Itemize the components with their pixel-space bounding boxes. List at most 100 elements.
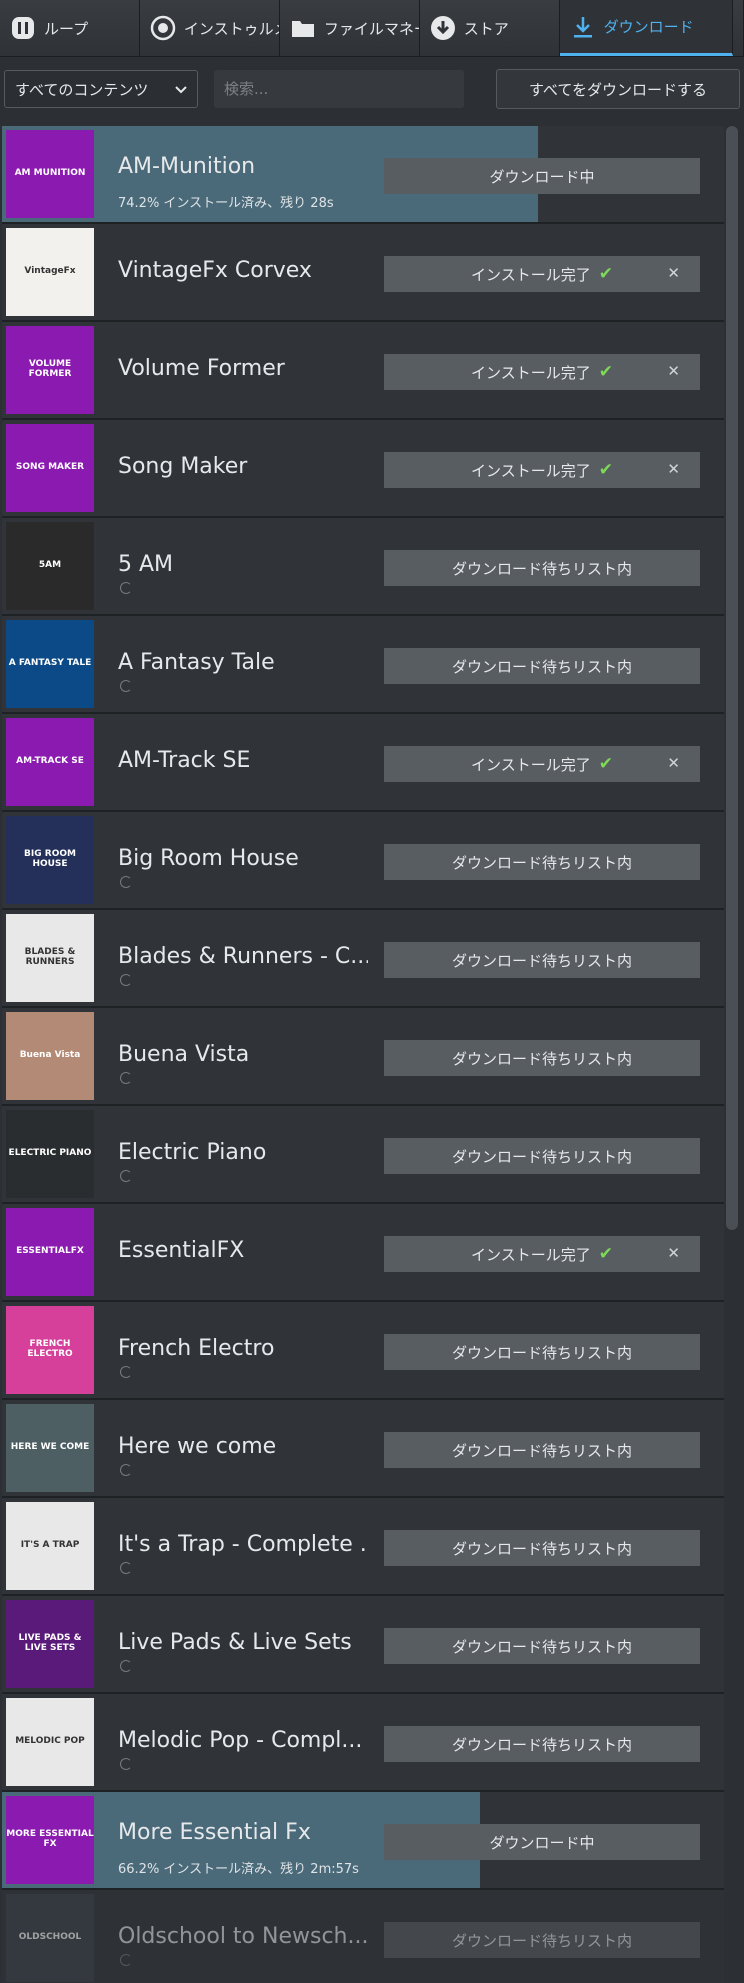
list-item[interactable]: VintageFx VintageFx Corvex インストール完了 ✔ ✕ — [2, 224, 724, 322]
status-label: ダウンロード待ちリスト内 — [451, 559, 632, 578]
list-item[interactable]: FRENCH ELECTRO French Electro ダウンロード待ちリスト内 — [2, 1302, 724, 1400]
status-button[interactable]: ダウンロード待ちリスト内 — [384, 1040, 700, 1076]
thumbnail-label: VOLUME FORMER — [28, 359, 72, 379]
product-thumbnail: A FANTASY TALE — [6, 620, 94, 708]
thumbnail-label: ESSENTIALFX — [16, 1246, 84, 1257]
pending-spinner-icon — [120, 1464, 132, 1476]
status-button[interactable]: ダウンロード待ちリスト内 — [384, 550, 700, 586]
item-name: French Electro — [118, 1336, 275, 1361]
thumbnail-label: VintageFx — [24, 266, 76, 277]
loop-icon — [10, 15, 36, 41]
list-item[interactable]: OLDSCHOOL Oldschool to Newsch... ダウンロード待ちリ… — [2, 1890, 724, 1983]
pending-spinner-icon — [120, 1562, 132, 1574]
product-thumbnail: AM MUNITION — [6, 130, 94, 218]
content-filter-select[interactable]: すべてのコンテンツ — [4, 70, 198, 108]
pending-spinner-icon — [120, 1366, 132, 1378]
status-button[interactable]: ダウンロード待ちリスト内 — [384, 1922, 700, 1958]
status-label: ダウンロード待ちリスト内 — [451, 853, 632, 872]
product-thumbnail: HERE WE COME — [6, 1404, 94, 1492]
status-label: インストール完了 — [471, 461, 591, 480]
item-name: Big Room House — [118, 846, 299, 871]
thumbnail-label: MORE ESSENTIAL FX — [6, 1829, 94, 1849]
pending-spinner-icon — [120, 1954, 132, 1966]
status-button[interactable]: ダウンロード待ちリスト内 — [384, 1726, 700, 1762]
list-item[interactable]: SONG MAKER Song Maker インストール完了 ✔ ✕ — [2, 420, 724, 518]
status-button[interactable]: インストール完了 ✔ ✕ — [384, 746, 700, 782]
store-icon — [430, 15, 456, 41]
status-button[interactable]: インストール完了 ✔ ✕ — [384, 1236, 700, 1272]
close-icon[interactable]: ✕ — [667, 362, 680, 380]
status-label: インストール完了 — [471, 363, 591, 382]
list-item[interactable]: AM MUNITION AM-Munition 74.2% インストール済み、残り … — [2, 126, 724, 224]
product-thumbnail: BLADES & RUNNERS — [6, 914, 94, 1002]
close-icon[interactable]: ✕ — [667, 264, 680, 282]
status-button[interactable]: ダウンロード待ちリスト内 — [384, 648, 700, 684]
tab-loop[interactable]: ループ — [0, 0, 140, 56]
list-item[interactable]: A FANTASY TALE A Fantasy Tale ダウンロード待ちリスト内 — [2, 616, 724, 714]
checkmark-icon: ✔ — [598, 754, 613, 774]
tab-store[interactable]: ストア — [419, 0, 560, 56]
download-list[interactable]: AM MUNITION AM-Munition 74.2% インストール済み、残り … — [2, 126, 724, 1983]
status-label: インストール完了 — [471, 265, 591, 284]
thumbnail-label: ELECTRIC PIANO — [8, 1148, 92, 1159]
status-button[interactable]: ダウンロード待ちリスト内 — [384, 1334, 700, 1370]
product-thumbnail: VintageFx — [6, 228, 94, 316]
thumbnail-label: MELODIC POP — [15, 1736, 85, 1747]
download-all-button[interactable]: すべてをダウンロードする — [496, 69, 740, 109]
scrollbar[interactable] — [726, 126, 738, 1983]
list-item[interactable]: Buena Vista Buena Vista ダウンロード待ちリスト内 — [2, 1008, 724, 1106]
status-button[interactable]: ダウンロード中 — [384, 158, 700, 194]
tab-label: ファイルマネー... — [323, 19, 419, 38]
checkmark-icon: ✔ — [598, 264, 613, 284]
list-item[interactable]: BIG ROOM HOUSE Big Room House ダウンロード待ちリスト内 — [2, 812, 724, 910]
item-name: Melodic Pop - Compl... — [118, 1728, 363, 1753]
status-button[interactable]: インストール完了 ✔ ✕ — [384, 354, 700, 390]
list-item[interactable]: BLADES & RUNNERS Blades & Runners - C... ダ… — [2, 910, 724, 1008]
tab-instrument[interactable]: インストゥルメ... — [139, 0, 280, 56]
status-label: ダウンロード待ちリスト内 — [451, 1343, 632, 1362]
pending-spinner-icon — [120, 1758, 132, 1770]
checkmark-icon: ✔ — [598, 1244, 613, 1264]
tab-folder[interactable]: ファイルマネー... — [279, 0, 420, 56]
tab-label: ダウンロード — [603, 18, 694, 36]
thumbnail-label: HERE WE COME — [10, 1442, 90, 1453]
status-button[interactable]: インストール完了 ✔ ✕ — [384, 452, 700, 488]
status-button[interactable]: ダウンロード待ちリスト内 — [384, 1138, 700, 1174]
status-button[interactable]: ダウンロード待ちリスト内 — [384, 1530, 700, 1566]
thumbnail-label: BIG ROOM HOUSE — [24, 849, 76, 869]
status-button[interactable]: ダウンロード待ちリスト内 — [384, 942, 700, 978]
item-name: Blades & Runners - C... — [118, 944, 368, 969]
checkmark-icon: ✔ — [598, 362, 613, 382]
status-label: ダウンロード待ちリスト内 — [451, 1441, 632, 1460]
list-item[interactable]: AM-TRACK SE AM-Track SE インストール完了 ✔ ✕ — [2, 714, 724, 812]
list-item[interactable]: ESSENTIALFX EssentialFX インストール完了 ✔ ✕ — [2, 1204, 724, 1302]
close-icon[interactable]: ✕ — [667, 460, 680, 478]
list-item[interactable]: LIVE PADS & LIVE SETS Live Pads & Live Se… — [2, 1596, 724, 1694]
list-item[interactable]: VOLUME FORMER Volume Former インストール完了 ✔ ✕ — [2, 322, 724, 420]
list-item[interactable]: ELECTRIC PIANO Electric Piano ダウンロード待ちリスト内 — [2, 1106, 724, 1204]
close-icon[interactable]: ✕ — [667, 1244, 680, 1262]
status-button[interactable]: ダウンロード中 — [384, 1824, 700, 1860]
item-name: Electric Piano — [118, 1140, 267, 1165]
thumbnail-label: FRENCH ELECTRO — [27, 1339, 73, 1359]
status-label: ダウンロード中 — [489, 1833, 595, 1852]
toolbar: すべてのコンテンツ すべてをダウンロードする — [0, 60, 744, 118]
status-button[interactable]: インストール完了 ✔ ✕ — [384, 256, 700, 292]
product-thumbnail: MORE ESSENTIAL FX — [6, 1796, 94, 1884]
download-icon — [570, 14, 596, 40]
close-icon[interactable]: ✕ — [667, 754, 680, 772]
status-label: ダウンロード中 — [489, 167, 595, 186]
list-item[interactable]: IT'S A TRAP It's a Trap - Complete ... ダウン… — [2, 1498, 724, 1596]
status-button[interactable]: ダウンロード待ちリスト内 — [384, 1432, 700, 1468]
scrollbar-thumb[interactable] — [726, 126, 738, 1230]
list-item[interactable]: 5AM 5 AM ダウンロード待ちリスト内 — [2, 518, 724, 616]
status-button[interactable]: ダウンロード待ちリスト内 — [384, 844, 700, 880]
list-item[interactable]: MELODIC POP Melodic Pop - Compl... ダウンロード待… — [2, 1694, 724, 1792]
list-item[interactable]: HERE WE COME Here we come ダウンロード待ちリスト内 — [2, 1400, 724, 1498]
list-item[interactable]: MORE ESSENTIAL FX More Essential Fx 66.2% … — [2, 1792, 724, 1890]
thumbnail-label: SONG MAKER — [15, 462, 85, 473]
tab-download[interactable]: ダウンロード — [559, 0, 733, 56]
status-button[interactable]: ダウンロード待ちリスト内 — [384, 1628, 700, 1664]
instrument-icon — [150, 15, 176, 41]
search-input[interactable] — [214, 70, 464, 108]
